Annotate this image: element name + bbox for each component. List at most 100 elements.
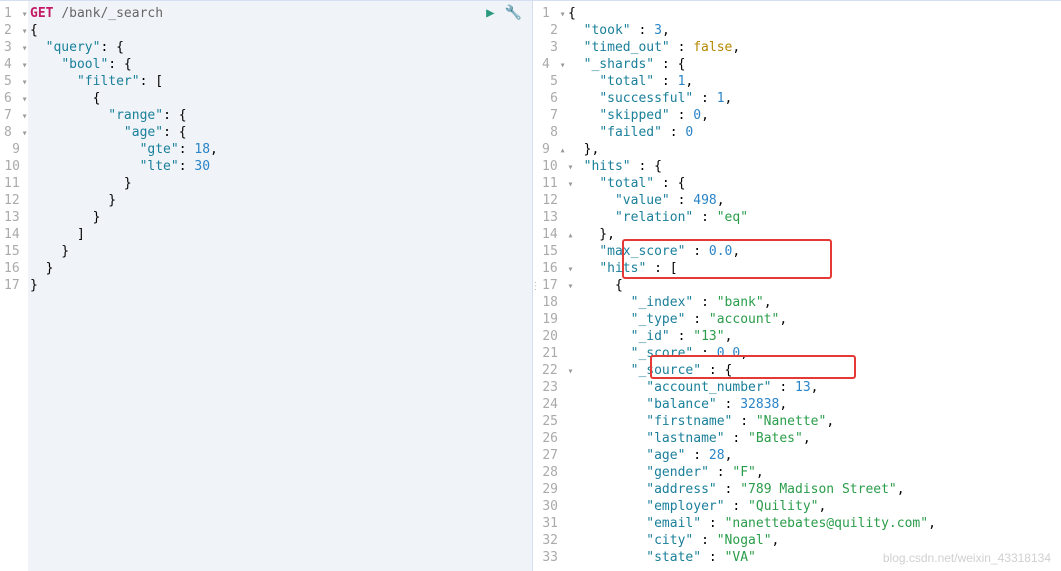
- line-number: 18: [542, 294, 558, 311]
- line-number: 16 ▴: [4, 260, 20, 277]
- line-number: 10 ▾: [542, 158, 558, 175]
- code-line[interactable]: "failed" : 0: [568, 124, 1061, 141]
- line-number: 12: [542, 192, 558, 209]
- code-line[interactable]: {: [568, 277, 1061, 294]
- line-number: 27: [542, 447, 558, 464]
- code-line[interactable]: "hits" : [: [568, 260, 1061, 277]
- line-number: 25: [542, 413, 558, 430]
- code-line[interactable]: }: [30, 243, 532, 260]
- code-line[interactable]: }: [30, 277, 532, 294]
- line-number: 24: [542, 396, 558, 413]
- code-line[interactable]: {: [568, 5, 1061, 22]
- line-number: 11 ▴: [4, 175, 20, 192]
- line-number: 3: [542, 39, 558, 56]
- code-line[interactable]: }: [30, 209, 532, 226]
- code-line[interactable]: "email" : "nanettebates@quility.com",: [568, 515, 1061, 532]
- code-line[interactable]: "skipped" : 0,: [568, 107, 1061, 124]
- code-line[interactable]: "age": {: [30, 124, 532, 141]
- line-number: 8 ▾: [4, 124, 20, 141]
- code-line[interactable]: "age" : 28,: [568, 447, 1061, 464]
- code-line[interactable]: "firstname" : "Nanette",: [568, 413, 1061, 430]
- line-number: 4 ▾: [542, 56, 558, 73]
- code-line[interactable]: "_index" : "bank",: [568, 294, 1061, 311]
- code-line[interactable]: "employer" : "Quility",: [568, 498, 1061, 515]
- code-line[interactable]: },: [568, 141, 1061, 158]
- line-number: 16 ▾: [542, 260, 558, 277]
- line-number: 7: [542, 107, 558, 124]
- code-line[interactable]: "gte": 18,: [30, 141, 532, 158]
- request-pane: ▶ 🔧 1 ▾2 ▾3 ▾4 ▾5 ▾6 ▾7 ▾8 ▾91011 ▴12 ▴1…: [0, 1, 533, 571]
- line-number: 3 ▾: [4, 39, 20, 56]
- code-line[interactable]: "bool": {: [30, 56, 532, 73]
- line-number: 33: [542, 549, 558, 566]
- run-icon[interactable]: ▶: [486, 5, 494, 21]
- line-number: 30: [542, 498, 558, 515]
- line-number: 13: [542, 209, 558, 226]
- code-line[interactable]: "address" : "789 Madison Street",: [568, 481, 1061, 498]
- code-line[interactable]: "_id" : "13",: [568, 328, 1061, 345]
- code-line[interactable]: }: [30, 260, 532, 277]
- response-code[interactable]: { "took" : 3, "timed_out" : false, "_sha…: [566, 1, 1061, 571]
- code-line[interactable]: }: [30, 192, 532, 209]
- line-number: 17 ▴: [4, 277, 20, 294]
- code-line[interactable]: "_score" : 0.0,: [568, 345, 1061, 362]
- line-number: 2 ▾: [4, 22, 20, 39]
- line-number: 9: [4, 141, 20, 158]
- line-number: 12 ▴: [4, 192, 20, 209]
- code-line[interactable]: "took" : 3,: [568, 22, 1061, 39]
- code-line[interactable]: "account_number" : 13,: [568, 379, 1061, 396]
- request-gutter: 1 ▾2 ▾3 ▾4 ▾5 ▾6 ▾7 ▾8 ▾91011 ▴12 ▴13 ▴1…: [0, 1, 28, 571]
- line-number: 5: [542, 73, 558, 90]
- code-line[interactable]: "filter": [: [30, 73, 532, 90]
- code-line[interactable]: "query": {: [30, 39, 532, 56]
- code-line[interactable]: }: [30, 175, 532, 192]
- line-number: 8: [542, 124, 558, 141]
- line-number: 7 ▾: [4, 107, 20, 124]
- line-number: 10: [4, 158, 20, 175]
- code-line[interactable]: "total" : {: [568, 175, 1061, 192]
- code-line[interactable]: "successful" : 1,: [568, 90, 1061, 107]
- code-line[interactable]: "relation" : "eq": [568, 209, 1061, 226]
- response-pane: 1 ▾234 ▾56789 ▴10 ▾11 ▾121314 ▴1516 ▾17 …: [538, 1, 1061, 571]
- watermark-text: blog.csdn.net/weixin_43318134: [883, 551, 1051, 565]
- code-line[interactable]: "_type" : "account",: [568, 311, 1061, 328]
- code-line[interactable]: "value" : 498,: [568, 192, 1061, 209]
- code-line[interactable]: "city" : "Nogal",: [568, 532, 1061, 549]
- code-line[interactable]: "gender" : "F",: [568, 464, 1061, 481]
- line-number: 2: [542, 22, 558, 39]
- line-number: 15: [542, 243, 558, 260]
- code-line[interactable]: "lastname" : "Bates",: [568, 430, 1061, 447]
- line-number: 14 ▴: [4, 226, 20, 243]
- line-number: 29: [542, 481, 558, 498]
- line-number: 21: [542, 345, 558, 362]
- code-line[interactable]: "balance" : 32838,: [568, 396, 1061, 413]
- code-line[interactable]: "lte": 30: [30, 158, 532, 175]
- line-number: 6 ▾: [4, 90, 20, 107]
- line-number: 14 ▴: [542, 226, 558, 243]
- code-line[interactable]: {: [30, 90, 532, 107]
- line-number: 4 ▾: [4, 56, 20, 73]
- code-line[interactable]: {: [30, 22, 532, 39]
- line-number: 23: [542, 379, 558, 396]
- response-editor[interactable]: 1 ▾234 ▾56789 ▴10 ▾11 ▾121314 ▴1516 ▾17 …: [538, 1, 1061, 571]
- code-line[interactable]: ]: [30, 226, 532, 243]
- code-line[interactable]: "range": {: [30, 107, 532, 124]
- response-gutter: 1 ▾234 ▾56789 ▴10 ▾11 ▾121314 ▴1516 ▾17 …: [538, 1, 566, 571]
- line-number: 1 ▾: [4, 5, 20, 22]
- code-line[interactable]: "_shards" : {: [568, 56, 1061, 73]
- code-line[interactable]: "_source" : {: [568, 362, 1061, 379]
- line-number: 15 ▴: [4, 243, 20, 260]
- line-number: 6: [542, 90, 558, 107]
- code-line[interactable]: "timed_out" : false,: [568, 39, 1061, 56]
- code-line[interactable]: "hits" : {: [568, 158, 1061, 175]
- split-container: ▶ 🔧 1 ▾2 ▾3 ▾4 ▾5 ▾6 ▾7 ▾8 ▾91011 ▴12 ▴1…: [0, 0, 1061, 571]
- code-line[interactable]: },: [568, 226, 1061, 243]
- code-line[interactable]: GET /bank/_search: [30, 5, 532, 22]
- line-number: 9 ▴: [542, 141, 558, 158]
- line-number: 13 ▴: [4, 209, 20, 226]
- code-line[interactable]: "total" : 1,: [568, 73, 1061, 90]
- request-editor[interactable]: 1 ▾2 ▾3 ▾4 ▾5 ▾6 ▾7 ▾8 ▾91011 ▴12 ▴13 ▴1…: [0, 1, 532, 571]
- request-code[interactable]: GET /bank/_search{ "query": { "bool": { …: [28, 1, 532, 571]
- code-line[interactable]: "max_score" : 0.0,: [568, 243, 1061, 260]
- wrench-icon[interactable]: 🔧: [505, 5, 522, 21]
